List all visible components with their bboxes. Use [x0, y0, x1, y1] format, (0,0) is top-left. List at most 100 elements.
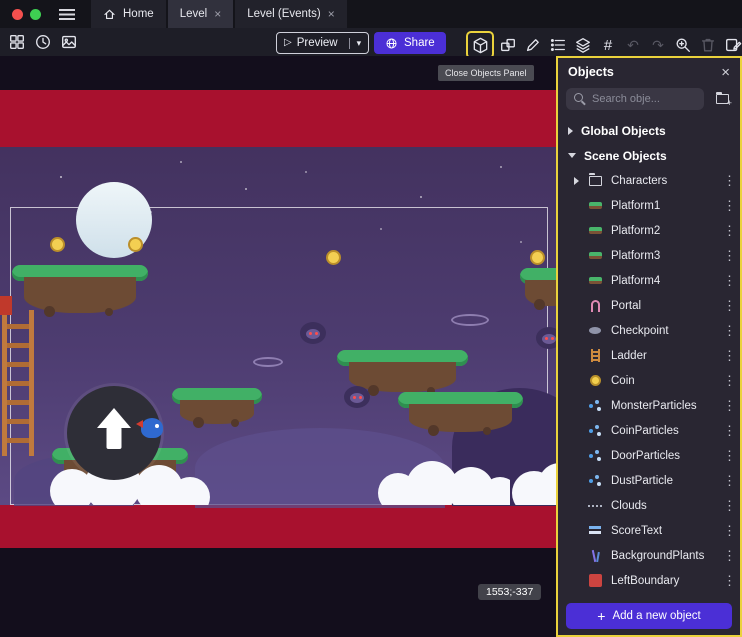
section-global-objects[interactable]: Global Objects — [558, 118, 740, 143]
project-manager-button[interactable] — [6, 31, 28, 53]
platform-object[interactable] — [398, 392, 523, 436]
object-item-doorparticles[interactable]: DoorParticles ⋮ — [558, 443, 740, 468]
kebab-menu-icon[interactable]: ⋮ — [723, 549, 733, 562]
platform-object[interactable] — [172, 388, 262, 428]
kebab-menu-icon[interactable]: ⋮ — [723, 449, 733, 462]
scene-canvas[interactable]: 1553;-337 — [0, 56, 556, 637]
close-tab-icon[interactable]: × — [328, 8, 335, 20]
ladder-object[interactable] — [2, 310, 34, 456]
object-item-portal[interactable]: Portal ⋮ — [558, 293, 740, 318]
object-item-characters[interactable]: Characters ⋮ — [558, 168, 740, 193]
tab-level[interactable]: Level × — [168, 0, 234, 28]
section-scene-objects[interactable]: Scene Objects — [558, 143, 740, 168]
redo-button[interactable]: ↷ — [647, 34, 669, 56]
edit-button[interactable] — [522, 34, 544, 56]
monster-object[interactable] — [300, 322, 326, 344]
monster-object[interactable] — [344, 386, 370, 408]
object-item-monsterparticles[interactable]: MonsterParticles ⋮ — [558, 393, 740, 418]
kebab-menu-icon[interactable]: ⋮ — [723, 424, 733, 437]
zoom-button[interactable] — [672, 34, 694, 56]
tab-home[interactable]: Home — [91, 0, 166, 28]
kebab-menu-icon[interactable]: ⋮ — [723, 574, 733, 587]
redo-icon: ↷ — [652, 38, 664, 52]
window-zoom-button[interactable] — [30, 9, 41, 20]
kebab-menu-icon[interactable]: ⋮ — [723, 224, 733, 237]
object-item-dustparticle[interactable]: DustParticle ⋮ — [558, 468, 740, 493]
object-item-platform1[interactable]: Platform1 ⋮ — [558, 193, 740, 218]
kebab-menu-icon[interactable]: ⋮ — [723, 399, 733, 412]
object-label: Coin — [611, 375, 715, 387]
object-groups-button[interactable] — [497, 34, 519, 56]
dashes-icon — [588, 505, 602, 507]
plants-icon — [589, 549, 601, 562]
share-button[interactable]: Share — [374, 32, 446, 54]
coin-object[interactable] — [50, 237, 65, 252]
tab-label: Level — [180, 8, 208, 20]
object-item-clouds[interactable]: Clouds ⋮ — [558, 493, 740, 518]
layers-button[interactable] — [572, 34, 594, 56]
ufo-ring-object[interactable] — [253, 357, 283, 367]
coin-object[interactable] — [128, 237, 143, 252]
close-panel-icon[interactable]: × — [721, 65, 730, 80]
kebab-menu-icon[interactable]: ⋮ — [723, 324, 733, 337]
kebab-menu-icon[interactable]: ⋮ — [723, 474, 733, 487]
history-button[interactable] — [32, 31, 54, 53]
object-item-backgroundplants[interactable]: BackgroundPlants ⋮ — [558, 543, 740, 568]
close-tab-icon[interactable]: × — [214, 8, 221, 20]
top-boundary[interactable] — [0, 90, 556, 147]
objects-panel-button[interactable] — [469, 34, 491, 56]
cloud-object[interactable] — [512, 451, 556, 505]
object-item-coin[interactable]: Coin ⋮ — [558, 368, 740, 393]
particles-icon — [589, 404, 593, 408]
preview-button[interactable]: ▷ Preview ▾ — [276, 32, 369, 54]
coin-object[interactable] — [326, 250, 341, 265]
ufo-ring-object[interactable] — [451, 314, 489, 326]
kebab-menu-icon[interactable]: ⋮ — [723, 349, 733, 362]
stars — [0, 56, 2, 58]
scene-image-button[interactable] — [58, 31, 80, 53]
object-item-platform4[interactable]: Platform4 ⋮ — [558, 268, 740, 293]
add-folder-button[interactable] — [712, 89, 732, 109]
window-close-button[interactable] — [12, 9, 23, 20]
search-input[interactable] — [566, 88, 704, 110]
kebab-menu-icon[interactable]: ⋮ — [723, 274, 733, 287]
kebab-menu-icon[interactable]: ⋮ — [723, 374, 733, 387]
chevron-down-icon[interactable]: ▾ — [349, 38, 362, 49]
delete-button[interactable] — [697, 34, 719, 56]
object-item-checkpoint[interactable]: Checkpoint ⋮ — [558, 318, 740, 343]
kebab-menu-icon[interactable]: ⋮ — [723, 199, 733, 212]
platform-object[interactable] — [520, 268, 556, 310]
up-arrow-icon — [97, 408, 131, 428]
object-item-coinparticles[interactable]: CoinParticles ⋮ — [558, 418, 740, 443]
instances-list-button[interactable] — [547, 34, 569, 56]
player-character-object[interactable] — [141, 418, 163, 438]
kebab-menu-icon[interactable]: ⋮ — [723, 299, 733, 312]
object-item-scoretext[interactable]: ScoreText ⋮ — [558, 518, 740, 543]
scene-properties-button[interactable] — [722, 34, 742, 56]
object-item-platform3[interactable]: Platform3 ⋮ — [558, 243, 740, 268]
object-item-ladder[interactable]: Ladder ⋮ — [558, 343, 740, 368]
left-boundary-object[interactable] — [0, 296, 12, 315]
trash-icon — [699, 36, 717, 54]
particles-icon — [589, 429, 593, 433]
kebab-menu-icon[interactable]: ⋮ — [723, 499, 733, 512]
cloud-object[interactable] — [378, 451, 510, 505]
search-icon — [574, 93, 583, 102]
grid-button[interactable]: # — [597, 34, 619, 56]
kebab-menu-icon[interactable]: ⋮ — [723, 524, 733, 537]
object-item-leftboundary[interactable]: LeftBoundary ⋮ — [558, 568, 740, 593]
object-label: Clouds — [611, 500, 715, 512]
menu-icon[interactable] — [59, 9, 75, 20]
kebab-menu-icon[interactable]: ⋮ — [723, 174, 733, 187]
add-new-object-button[interactable]: + Add a new object — [566, 603, 732, 629]
undo-button[interactable]: ↶ — [622, 34, 644, 56]
kebab-menu-icon[interactable]: ⋮ — [723, 249, 733, 262]
coin-object[interactable] — [530, 250, 545, 265]
tab-level-events[interactable]: Level (Events) × — [235, 0, 347, 28]
edit-document-icon — [724, 36, 742, 54]
object-label: Platform4 — [611, 275, 715, 287]
monster-object[interactable] — [536, 327, 556, 349]
object-item-platform2[interactable]: Platform2 ⋮ — [558, 218, 740, 243]
list-icon — [549, 36, 567, 54]
bottom-boundary[interactable] — [0, 505, 556, 548]
